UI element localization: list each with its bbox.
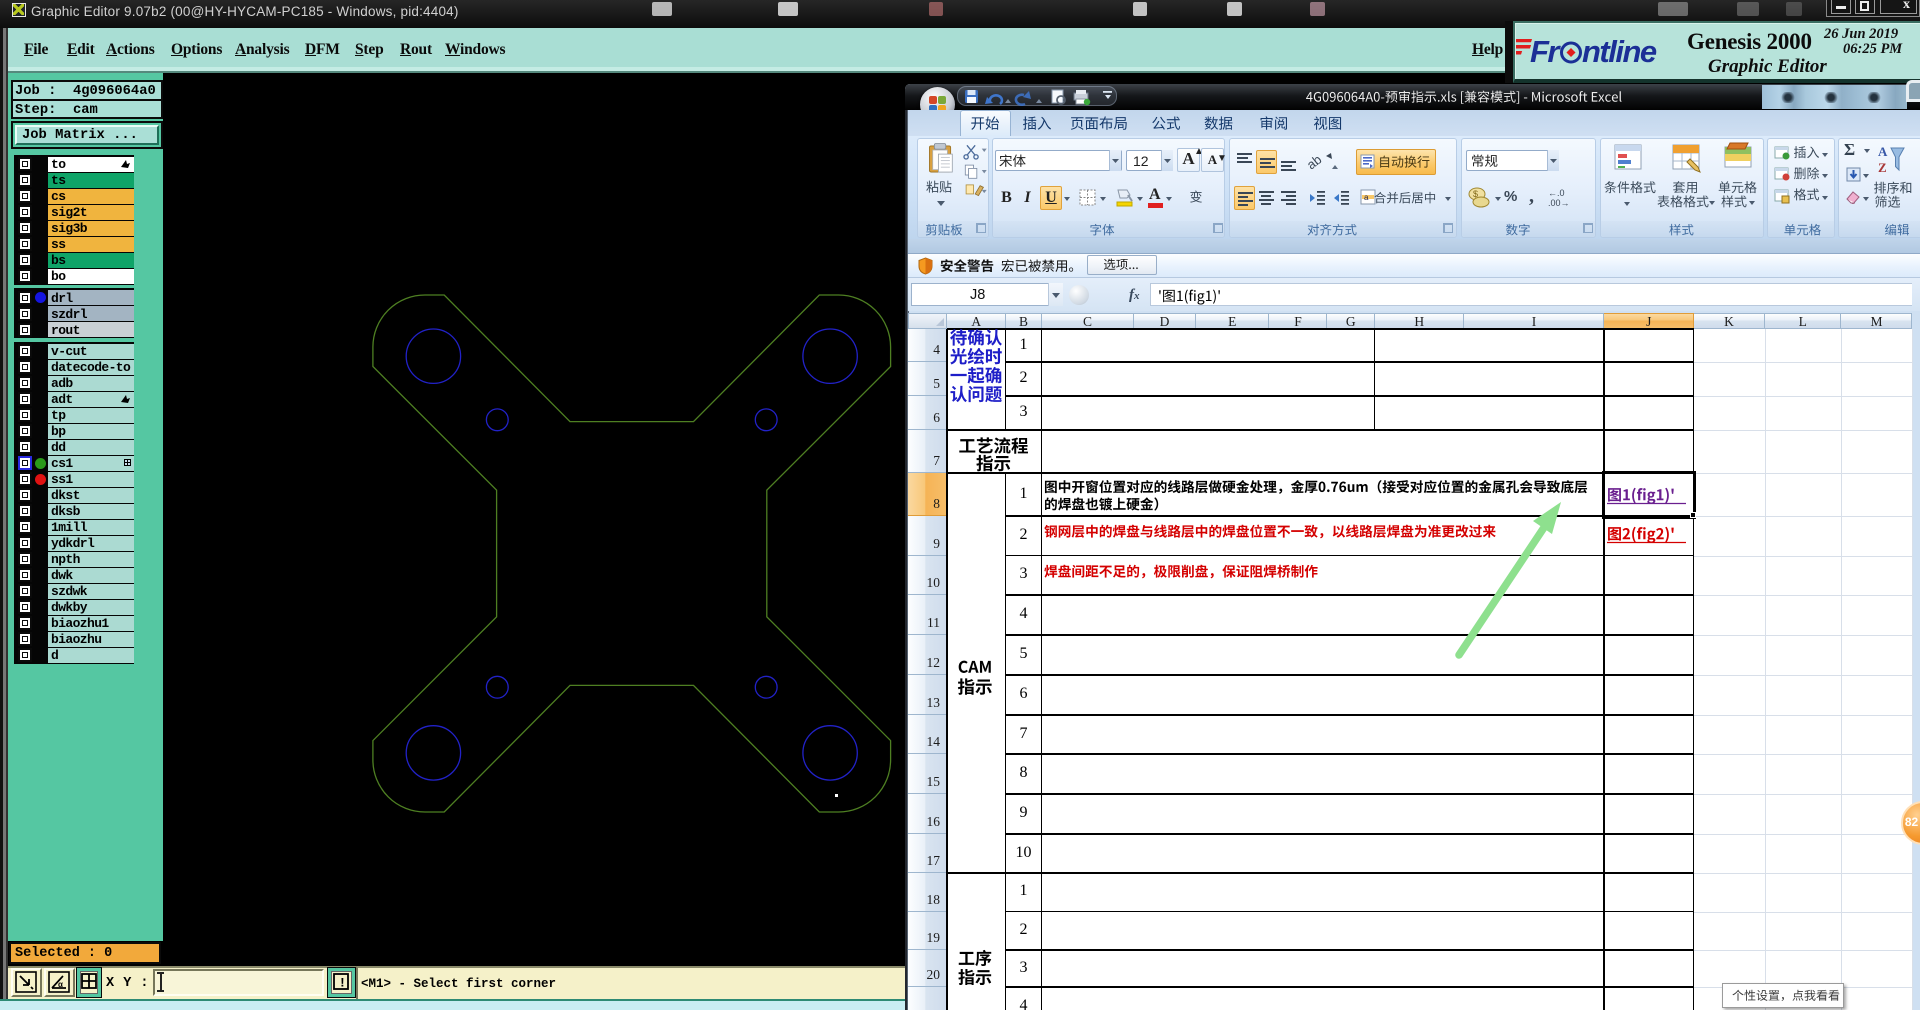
svg-text:ab: ab bbox=[1306, 152, 1324, 173]
svg-text:A: A bbox=[1878, 144, 1888, 159]
svg-text:a: a bbox=[1364, 193, 1369, 202]
svg-text:!: ! bbox=[339, 976, 347, 991]
svg-text:α: α bbox=[58, 980, 63, 989]
svg-text:Z: Z bbox=[1878, 160, 1887, 175]
